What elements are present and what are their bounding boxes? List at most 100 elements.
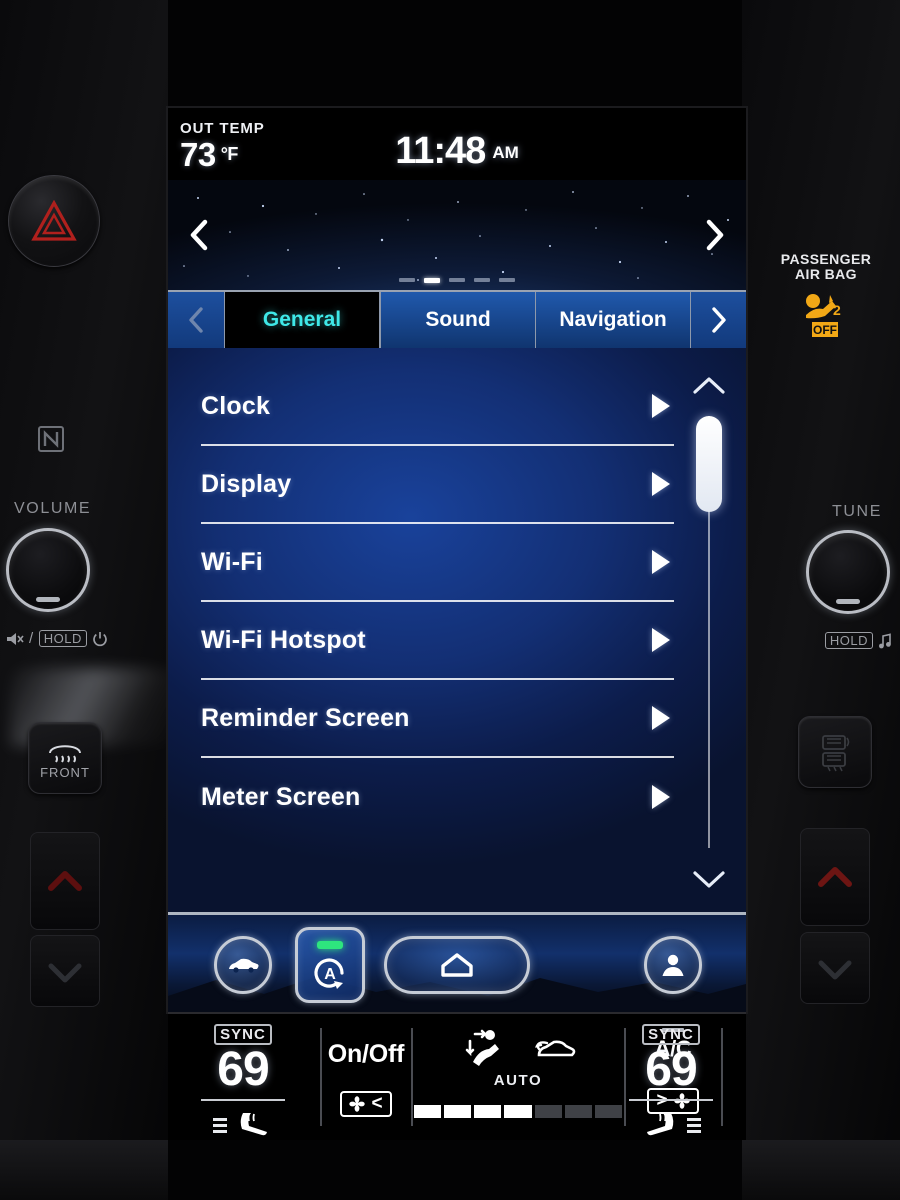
fan-segment <box>564 1105 592 1118</box>
hazard-warning-button[interactable] <box>8 175 100 267</box>
volume-label: VOLUME <box>14 500 92 517</box>
list-item-label: Wi-Fi <box>201 547 263 576</box>
list-item[interactable]: Display <box>201 446 674 524</box>
driver-temp-underline <box>201 1099 285 1101</box>
front-defroster-button[interactable]: FRONT <box>28 722 102 794</box>
chevron-right-icon <box>652 706 670 730</box>
scroll-up-button[interactable] <box>686 368 732 402</box>
chevron-right-icon <box>652 394 670 418</box>
hazard-warning-icon <box>31 200 77 241</box>
passenger-climate-column: SYNC 69 <box>596 1014 746 1140</box>
driver-temperature[interactable]: 69 <box>168 1045 318 1095</box>
fan-decrease-button[interactable]: < <box>340 1091 392 1117</box>
page-dot-active[interactable] <box>424 278 440 283</box>
passenger-temperature[interactable]: 69 <box>596 1045 746 1095</box>
rear-defroster-icon <box>822 735 850 772</box>
wallpaper-next-button[interactable] <box>698 218 732 252</box>
page-dot[interactable] <box>474 278 490 282</box>
list-item[interactable]: Wi-Fi <box>201 524 674 602</box>
page-dot[interactable] <box>449 278 465 282</box>
airflow-mode-icon[interactable] <box>459 1028 507 1070</box>
tune-knob[interactable] <box>806 530 890 614</box>
list-item[interactable]: Clock <box>201 368 674 446</box>
airbag-title-line1: PASSENGER <box>780 251 872 267</box>
tab-navigation[interactable]: Navigation <box>535 292 690 348</box>
scroll-down-button[interactable] <box>686 862 732 896</box>
left-bezel-bottom <box>0 1140 168 1200</box>
list-item-label: Clock <box>201 391 271 420</box>
passenger-airbag-indicator: PASSENGER AIR BAG 2 OFF <box>766 252 886 348</box>
person-icon <box>662 954 684 976</box>
volume-knob[interactable] <box>6 528 90 612</box>
tab-next-button[interactable] <box>690 292 746 348</box>
temp-up-arrow-icon <box>48 871 82 891</box>
passenger-airbag-off-icon: 2 OFF <box>806 294 841 337</box>
svg-text:2: 2 <box>833 302 841 318</box>
auto-start-stop-button[interactable]: A <box>295 927 365 1003</box>
chevron-up-icon <box>693 377 725 394</box>
list-item-label: Display <box>201 469 292 498</box>
home-icon <box>441 953 473 977</box>
tab-sound[interactable]: Sound <box>380 292 535 348</box>
right-bezel-bottom <box>742 1140 900 1200</box>
bottom-dock-bar: A <box>168 912 746 1012</box>
wallpaper-prev-button[interactable] <box>182 218 216 252</box>
tab-general-label: General <box>262 308 342 331</box>
passenger-temp-up-button[interactable] <box>800 828 870 926</box>
passenger-sync-badge[interactable]: SYNC <box>642 1024 700 1045</box>
page-dot[interactable] <box>399 278 415 282</box>
heated-seat-icon[interactable] <box>639 1109 679 1141</box>
list-item[interactable]: Reminder Screen <box>201 680 674 758</box>
hold-label-right: HOLD <box>824 632 873 649</box>
climate-power-button[interactable]: On/Off <box>323 1040 409 1069</box>
tab-prev-button[interactable] <box>168 292 224 348</box>
settings-list-pane: Clock Display Wi-Fi Wi-Fi Hotspot Remind… <box>168 348 746 912</box>
list-item-label: Reminder Screen <box>201 703 410 732</box>
home-button[interactable] <box>384 936 530 994</box>
passenger-temp-down-button[interactable] <box>800 932 870 1004</box>
mute-icon <box>7 632 24 645</box>
power-column: On/Off < <box>323 1014 409 1140</box>
list-item[interactable]: Meter Screen <box>201 758 674 836</box>
car-icon <box>229 958 259 973</box>
scrollbar-thumb[interactable] <box>696 416 722 512</box>
driver-temp-down-button[interactable] <box>30 935 100 1007</box>
tune-knob-sublabels: HOLD <box>824 632 892 649</box>
chevron-left-icon <box>190 219 208 251</box>
list-item-label: Meter Screen <box>201 782 361 811</box>
climate-divider <box>411 1028 413 1126</box>
knob-sub-separator: / <box>29 630 34 647</box>
fan-speed-bar[interactable] <box>414 1105 622 1118</box>
chevron-right-icon <box>652 472 670 496</box>
fan-icon <box>349 1096 366 1112</box>
svg-text:A: A <box>324 966 336 983</box>
driver-sync-badge[interactable]: SYNC <box>214 1024 272 1045</box>
profile-button[interactable] <box>644 936 702 994</box>
driver-temp-up-button[interactable] <box>30 832 100 930</box>
page-dot[interactable] <box>499 278 515 282</box>
air-recirculation-icon[interactable] <box>531 1035 577 1063</box>
climate-divider <box>320 1028 322 1126</box>
auto-climate-label[interactable]: AUTO <box>414 1072 622 1089</box>
driver-climate-column: SYNC 69 <box>168 1014 318 1140</box>
rear-defroster-button[interactable] <box>798 716 872 788</box>
fan-segment <box>474 1105 502 1118</box>
heated-seat-icon[interactable] <box>235 1109 275 1141</box>
tune-label: TUNE <box>832 503 882 520</box>
starfield-background <box>183 191 729 281</box>
nfc-icon <box>38 426 64 452</box>
vehicle-button[interactable] <box>214 936 272 994</box>
tab-general[interactable]: General <box>224 292 380 348</box>
list-item[interactable]: Wi-Fi Hotspot <box>201 602 674 680</box>
chevron-right-icon <box>706 219 724 251</box>
page-indicator-dots <box>168 278 746 283</box>
chevron-right-icon <box>711 307 726 333</box>
auto-start-stop-led <box>317 940 343 949</box>
chevron-down-icon <box>693 871 725 888</box>
list-scrollbar[interactable] <box>686 368 732 896</box>
front-defroster-icon <box>49 744 81 763</box>
wallpaper-carousel <box>168 180 746 290</box>
fan-decrease-label: < <box>371 1093 383 1114</box>
fan-segment <box>504 1105 532 1118</box>
volume-knob-sublabels: / HOLD <box>6 630 108 647</box>
